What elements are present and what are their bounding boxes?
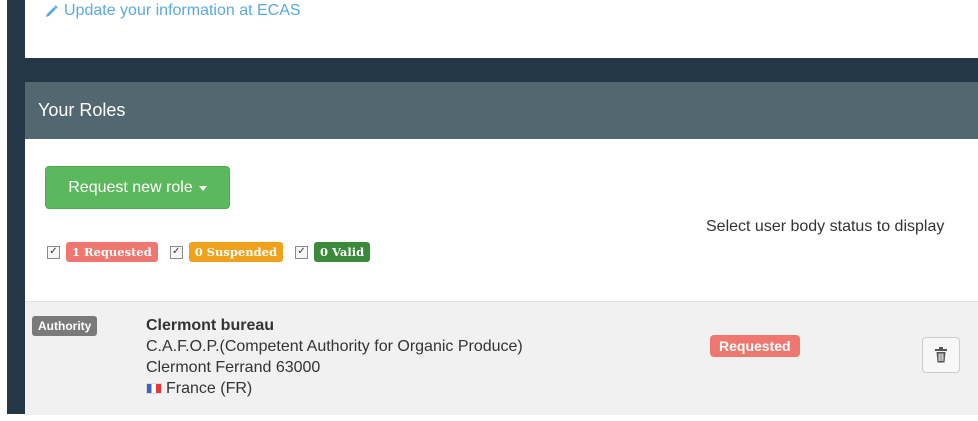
roles-panel-header: Your Roles bbox=[25, 82, 978, 139]
role-row: Authority Clermont bureau C.A.F.O.P.(Com… bbox=[25, 301, 978, 415]
update-ecas-link[interactable]: Update your information at ECAS bbox=[45, 2, 301, 20]
request-new-role-button[interactable]: Request new role bbox=[45, 166, 230, 209]
pencil-icon bbox=[46, 4, 58, 17]
france-flag-icon bbox=[146, 383, 162, 395]
roles-panel: Your Roles Request new role Select user … bbox=[25, 82, 978, 415]
trash-icon bbox=[935, 347, 947, 363]
requested-filter-badge: 1 Requested bbox=[66, 242, 158, 262]
update-ecas-link-label: Update your information at ECAS bbox=[64, 2, 301, 19]
roles-panel-title: Your Roles bbox=[38, 100, 126, 120]
requested-checkbox[interactable]: ✓ bbox=[47, 245, 60, 259]
role-type-badge: Authority bbox=[32, 316, 98, 336]
caret-down-icon bbox=[198, 186, 207, 191]
filter-suspended: ✓ 0 Suspended bbox=[169, 242, 284, 262]
request-new-role-label: Request new role bbox=[68, 178, 193, 196]
role-country-line: France (FR) bbox=[146, 378, 523, 399]
suspended-filter-badge: 0 Suspended bbox=[188, 242, 284, 262]
role-name: Clermont bureau bbox=[146, 317, 275, 334]
role-organisation: C.A.F.O.P.(Competent Authority for Organ… bbox=[146, 338, 523, 355]
status-filter-label: Select user body status to display bbox=[706, 218, 945, 235]
role-status-badge: Requested bbox=[710, 335, 800, 357]
delete-role-button[interactable] bbox=[922, 337, 960, 373]
role-country: France (FR) bbox=[166, 380, 253, 397]
valid-checkbox[interactable]: ✓ bbox=[295, 245, 309, 259]
status-filters: ✓ 1 Requested ✓ 0 Suspended ✓ 0 Valid bbox=[47, 242, 382, 262]
filter-requested: ✓ 1 Requested bbox=[47, 242, 158, 262]
valid-filter-badge: 0 Valid bbox=[314, 242, 371, 262]
role-info: Clermont bureau C.A.F.O.P.(Competent Aut… bbox=[146, 315, 523, 399]
filter-valid: ✓ 0 Valid bbox=[295, 242, 371, 262]
role-city: Clermont Ferrand 63000 bbox=[146, 359, 321, 376]
suspended-checkbox[interactable]: ✓ bbox=[169, 245, 183, 259]
